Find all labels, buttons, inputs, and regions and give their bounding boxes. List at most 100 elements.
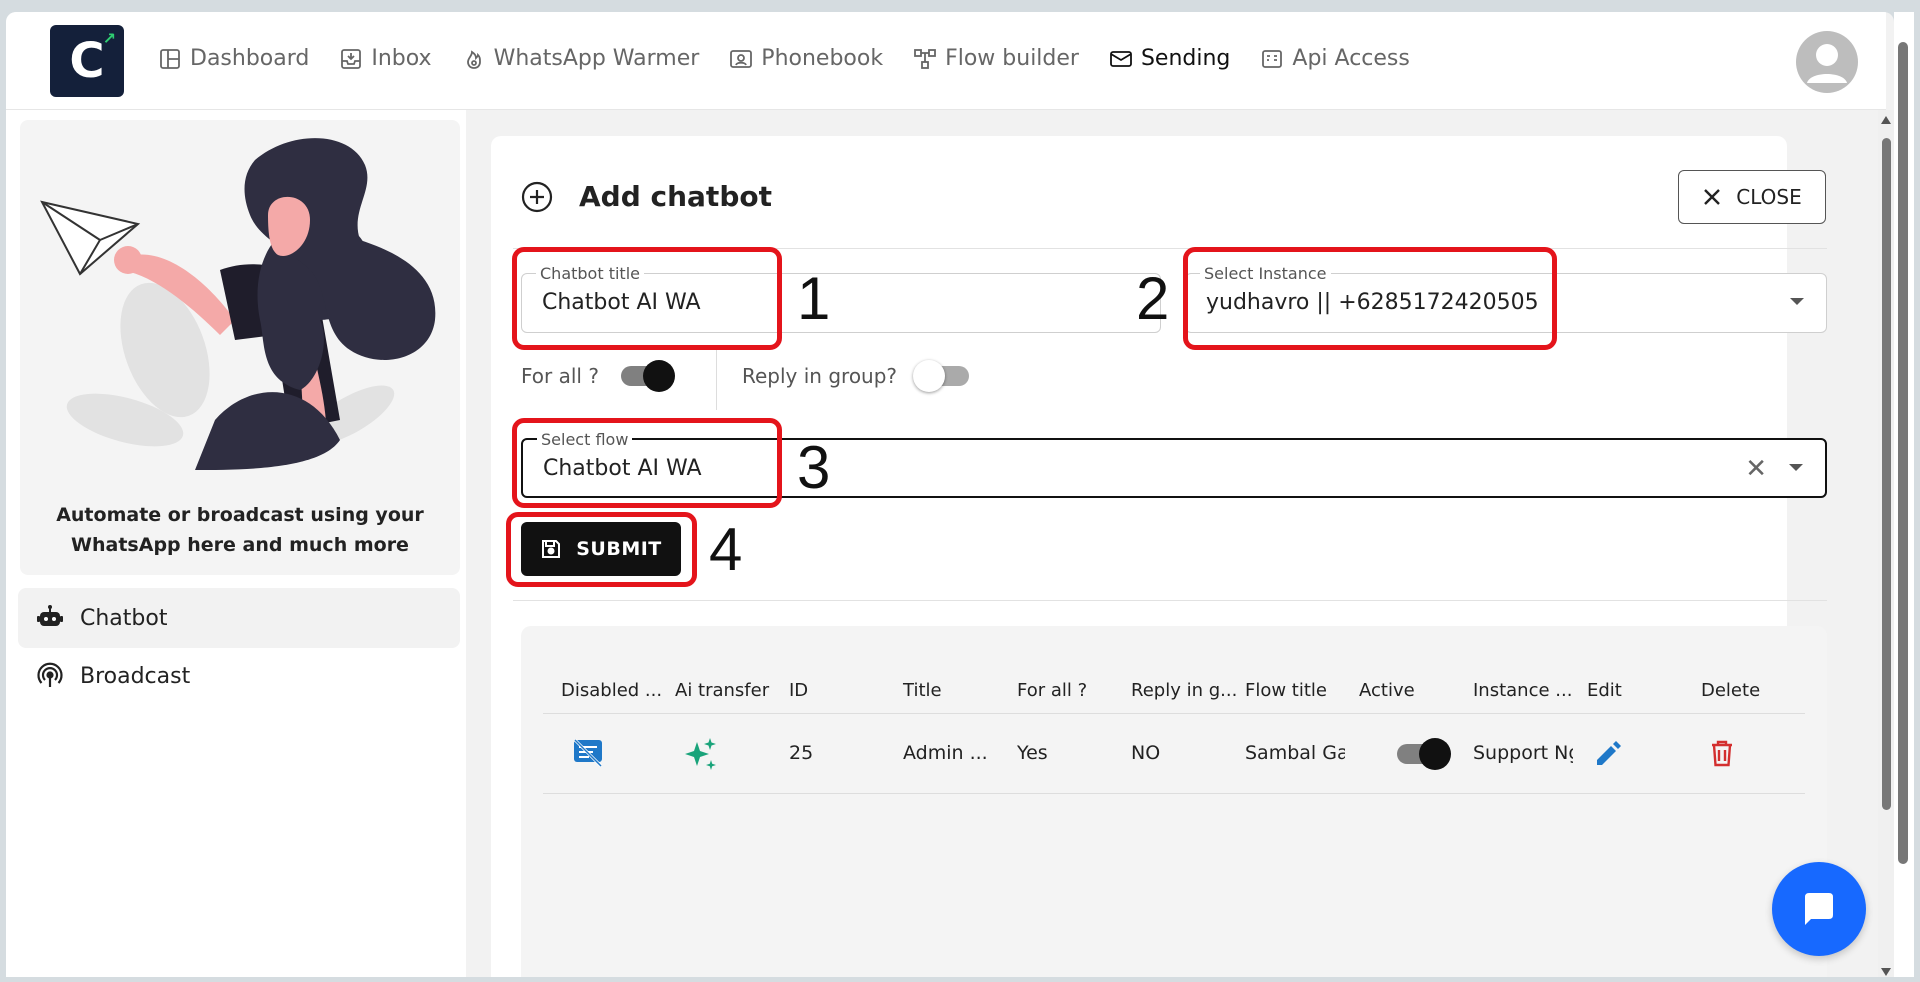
reply-in-group-switch[interactable] — [913, 360, 970, 392]
chat-support-button[interactable] — [1772, 862, 1866, 956]
nav-label: Api Access — [1292, 46, 1410, 71]
edit-pencil-icon[interactable] — [1593, 738, 1623, 768]
mail-icon — [1110, 50, 1132, 67]
column-header[interactable]: Reply in g... — [1131, 680, 1237, 701]
chat-bubble-icon — [1805, 893, 1833, 925]
column-header[interactable]: ID — [789, 680, 808, 701]
app-window: C ↗ Dashboard Inbox WhatsApp Warmer Phon… — [6, 12, 1894, 977]
nav-flow-builder[interactable]: Flow builder — [913, 46, 1079, 71]
annotation-number-4: 4 — [709, 516, 743, 583]
content-scrollbar[interactable] — [1878, 110, 1894, 977]
column-header[interactable]: For all ? — [1017, 680, 1087, 701]
cell-reply-in-group: NO — [1131, 742, 1161, 764]
inbox-icon — [341, 48, 362, 69]
clear-icon[interactable]: ✕ — [1745, 454, 1767, 484]
toggle-label: Reply in group? — [742, 364, 898, 388]
column-header[interactable]: Instance ... — [1473, 680, 1572, 701]
sidebar-item-broadcast[interactable]: Broadcast — [18, 646, 460, 706]
sidebar-item-chatbot[interactable]: Chatbot — [18, 588, 460, 648]
for-all-toggle-row: For all ? — [521, 360, 675, 392]
reply-in-group-toggle-row: Reply in group? — [742, 360, 970, 392]
logo-arrow-icon: ↗ — [102, 29, 116, 48]
flow-icon — [914, 48, 936, 69]
page-title: Add chatbot — [579, 180, 772, 213]
scroll-down-arrow-icon[interactable] — [1881, 968, 1891, 976]
column-header[interactable]: Edit — [1587, 680, 1622, 701]
panel-header: Add chatbot — [521, 180, 772, 213]
contacts-icon — [730, 49, 753, 68]
nav-label: Flow builder — [945, 46, 1079, 71]
nav-dashboard[interactable]: Dashboard — [158, 46, 309, 71]
top-navbar: C ↗ Dashboard Inbox WhatsApp Warmer Phon… — [6, 12, 1886, 110]
cell-for-all: Yes — [1017, 742, 1048, 764]
dropdown-caret-icon[interactable] — [1790, 298, 1804, 305]
cell-id: 25 — [789, 742, 814, 764]
column-header[interactable]: Delete — [1701, 680, 1760, 701]
column-header[interactable]: Active — [1359, 680, 1415, 701]
for-all-switch[interactable] — [620, 360, 675, 392]
annotation-box-4 — [506, 512, 697, 587]
nav-whatsapp-warmer[interactable]: WhatsApp Warmer — [462, 46, 700, 71]
promo-card: Automate or broadcast using your WhatsAp… — [20, 120, 460, 575]
cell-instance: Support Ng — [1473, 742, 1573, 764]
chatbot-table: Disabled ... Ai transfer ID Title For al… — [521, 626, 1827, 977]
add-chatbot-panel: Add chatbot CLOSE Chatbot title Chatbot … — [491, 136, 1827, 977]
nav-phonebook[interactable]: Phonebook — [729, 46, 883, 71]
nav-api-access[interactable]: Api Access — [1260, 46, 1410, 71]
nav-label: Sending — [1140, 46, 1231, 71]
switch-knob — [913, 360, 946, 392]
table-header: Disabled ... Ai transfer ID Title For al… — [543, 670, 1805, 714]
nav-label: WhatsApp Warmer — [493, 46, 700, 71]
toggle-divider — [716, 348, 717, 410]
robot-icon — [37, 605, 63, 626]
column-header[interactable]: Disabled ... — [561, 680, 662, 701]
broadcast-icon — [37, 662, 63, 687]
add-circle-icon — [521, 181, 553, 212]
close-icon — [1704, 189, 1721, 205]
api-icon — [1262, 49, 1283, 68]
nav-inbox[interactable]: Inbox — [339, 46, 432, 71]
table-row: 25 Admin ... Yes NO Sambal Gan Support N… — [543, 714, 1805, 794]
switch-knob — [1419, 738, 1451, 770]
close-button[interactable]: CLOSE — [1678, 170, 1826, 224]
nav-label: Dashboard — [190, 46, 310, 71]
sidebar: Automate or broadcast using your WhatsAp… — [6, 110, 466, 977]
delete-trash-icon[interactable] — [1707, 738, 1737, 768]
dashboard-icon — [160, 48, 180, 69]
page-scrollbar-thumb[interactable] — [1898, 42, 1908, 864]
page-scrollbar[interactable] — [1894, 12, 1914, 977]
scrollbar-thumb[interactable] — [1882, 138, 1891, 810]
switch-knob — [642, 360, 675, 392]
cell-title: Admin ... — [903, 742, 988, 764]
user-icon — [1807, 44, 1847, 83]
column-header[interactable]: Ai transfer — [675, 680, 769, 701]
woman-with-paper-plane-illustration — [40, 138, 436, 470]
nav-sending[interactable]: Sending — [1109, 46, 1230, 71]
ai-sparkle-icon[interactable] — [683, 736, 719, 772]
annotation-number-3: 3 — [797, 434, 831, 501]
annotation-box-3 — [512, 418, 782, 508]
user-avatar[interactable] — [1796, 31, 1858, 93]
app-logo[interactable]: C ↗ — [50, 25, 124, 97]
close-button-label: CLOSE — [1736, 185, 1802, 209]
column-header[interactable]: Flow title — [1245, 680, 1327, 701]
cell-flow-title: Sambal Gan — [1245, 742, 1345, 764]
disabled-chat-icon[interactable] — [571, 736, 605, 770]
active-switch[interactable] — [1397, 738, 1451, 770]
annotation-box-1 — [512, 247, 782, 350]
annotation-number-1: 1 — [797, 265, 831, 332]
dropdown-caret-icon[interactable] — [1789, 464, 1803, 471]
annotation-box-2 — [1183, 247, 1557, 350]
toggle-label: For all ? — [521, 364, 599, 388]
form-divider — [513, 600, 1827, 601]
sidebar-item-label: Chatbot — [80, 605, 168, 631]
promo-tagline: Automate or broadcast using your WhatsAp… — [56, 504, 424, 556]
sidebar-item-label: Broadcast — [80, 663, 191, 689]
logo-letter: C — [69, 33, 105, 89]
scroll-up-arrow-icon[interactable] — [1881, 116, 1891, 124]
main-nav: Dashboard Inbox WhatsApp Warmer Phoneboo… — [158, 46, 1410, 71]
nav-label: Inbox — [371, 46, 432, 71]
column-header[interactable]: Title — [903, 680, 942, 701]
flame-icon — [466, 49, 481, 69]
nav-label: Phonebook — [761, 46, 884, 71]
